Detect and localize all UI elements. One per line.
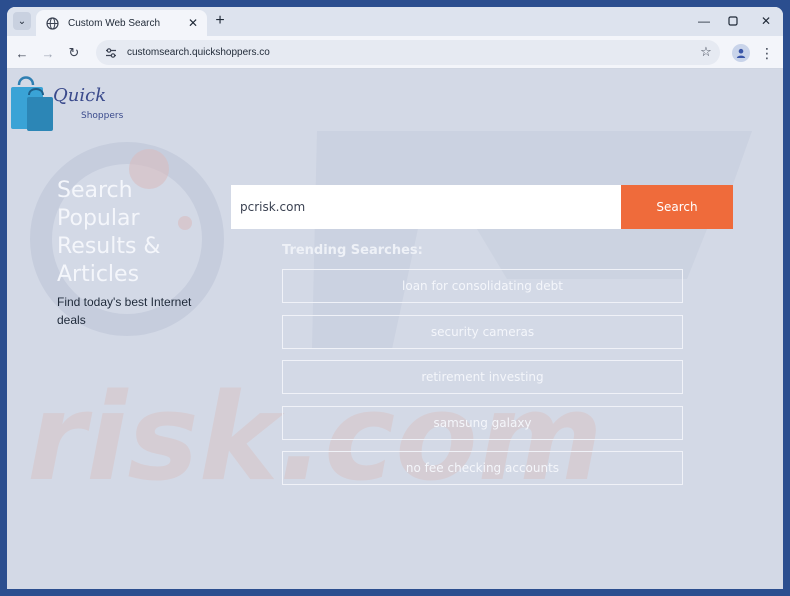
logo-word-quick: Quick	[53, 85, 107, 106]
reload-icon[interactable]: ↻	[64, 43, 84, 63]
site-settings-icon[interactable]	[104, 46, 118, 60]
plus-icon[interactable]: +	[211, 12, 229, 30]
hero-subtitle: Find today's best Internet deals	[57, 295, 192, 327]
globe-icon	[46, 16, 59, 30]
tab-strip: ⌄ Custom Web Search ✕ + — ✕	[7, 7, 783, 36]
window-close-icon[interactable]: ✕	[756, 12, 776, 30]
browser-window: ⌄ Custom Web Search ✕ + — ✕ ← → ↻ custom…	[7, 7, 783, 589]
hero-title: Search Popular Results & Articles	[57, 178, 161, 287]
url-text: customsearch.quickshoppers.co	[127, 47, 270, 58]
trending-item-retirement[interactable]: retirement investing	[282, 360, 683, 394]
search-button[interactable]: Search	[621, 185, 733, 229]
tab-title: Custom Web Search	[68, 17, 161, 29]
trending-title: Trending Searches:	[282, 243, 423, 258]
close-icon[interactable]: ✕	[185, 15, 201, 31]
tab-search-icon[interactable]: ⌄	[13, 12, 31, 30]
trending-item-loan[interactable]: loan for consolidating debt	[282, 269, 683, 303]
star-icon[interactable]: ☆	[698, 44, 714, 60]
profile-icon[interactable]	[732, 44, 750, 62]
back-icon[interactable]: ←	[12, 43, 32, 63]
toolbar: ← → ↻ customsearch.quickshoppers.co ☆ ⋮	[7, 36, 783, 69]
maximize-icon[interactable]	[723, 12, 743, 30]
address-bar[interactable]: customsearch.quickshoppers.co ☆	[96, 40, 720, 65]
logo-word-shoppers: Shoppers	[81, 111, 124, 121]
trending-item-samsung[interactable]: samsung galaxy	[282, 406, 683, 440]
forward-icon[interactable]: →	[38, 43, 58, 63]
trending-item-checking[interactable]: no fee checking accounts	[282, 451, 683, 485]
more-icon[interactable]: ⋮	[760, 44, 774, 62]
logo[interactable]: Quick Shoppers	[7, 73, 127, 135]
minimize-icon[interactable]: —	[694, 12, 714, 30]
trending-item-cameras[interactable]: security cameras	[282, 315, 683, 349]
page-content: risk.com Quick Shoppers Search Popular R…	[7, 69, 783, 589]
search-input[interactable]	[231, 185, 621, 229]
tab-active[interactable]: Custom Web Search ✕	[36, 10, 207, 36]
